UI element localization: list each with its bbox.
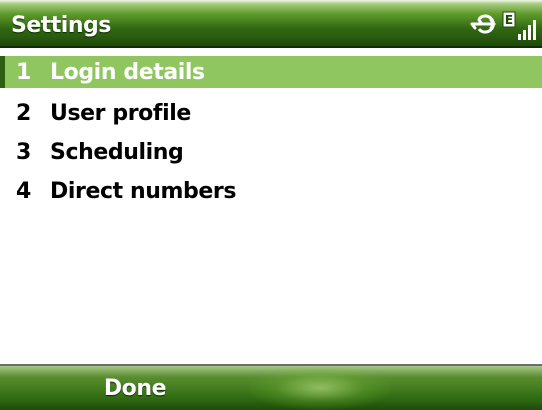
title-bar: Settings E (0, 0, 542, 48)
menu-item-label: Scheduling (50, 140, 184, 165)
menu-item-label: User profile (50, 101, 191, 126)
menu-item-number: 3 (16, 140, 31, 165)
softkey-bar: Done (0, 364, 542, 410)
menu-item-user-profile[interactable]: 2 User profile (0, 94, 542, 133)
settings-menu-list: 1 Login details 2 User profile 3 Schedul… (0, 56, 542, 211)
menu-item-login-details[interactable]: 1 Login details (0, 56, 542, 88)
menu-item-direct-numbers[interactable]: 4 Direct numbers (0, 172, 542, 211)
done-softkey[interactable]: Done (0, 366, 270, 410)
svg-text:E: E (505, 13, 513, 27)
menu-item-number: 1 (16, 59, 31, 85)
menu-item-label: Login details (50, 59, 205, 85)
status-icons: E (468, 10, 538, 42)
connection-icon[interactable] (470, 14, 496, 34)
settings-screen: Settings E 1 Login details 2 User profil… (0, 0, 542, 410)
signal-strength-icon[interactable] (518, 20, 536, 40)
menu-item-label: Direct numbers (50, 179, 237, 204)
softkey-glow (250, 366, 390, 410)
page-title: Settings (11, 13, 111, 38)
edge-data-icon: E (502, 11, 516, 28)
menu-item-scheduling[interactable]: 3 Scheduling (0, 133, 542, 172)
menu-item-number: 2 (16, 101, 31, 126)
menu-item-number: 4 (16, 179, 31, 204)
